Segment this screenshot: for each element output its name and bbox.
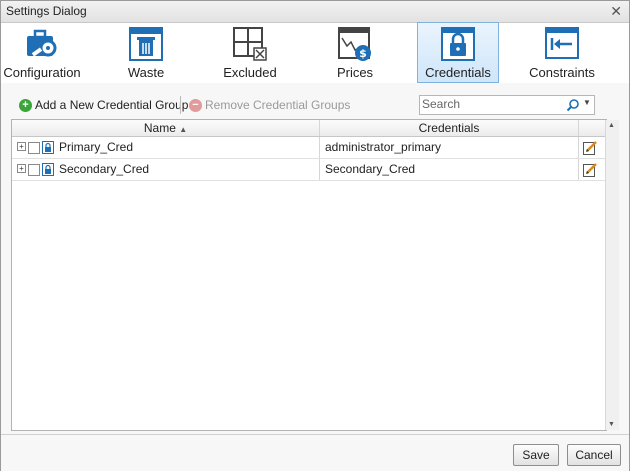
tab-constraints[interactable]: Constraints (521, 23, 603, 82)
dialog-footer: Save Cancel (1, 434, 629, 471)
tab-prices[interactable]: $ Prices (318, 23, 392, 82)
credentials-toolbar: + Add a New Credential Group − Remove Cr… (11, 93, 597, 117)
chevron-down-icon[interactable]: ▼ (583, 98, 591, 107)
column-divider (319, 120, 320, 136)
arrow-constraint-icon (545, 27, 579, 59)
search-input[interactable] (422, 97, 560, 111)
remove-credential-groups-button[interactable]: − Remove Credential Groups (189, 96, 350, 114)
column-header-credentials[interactable]: Credentials (320, 120, 578, 136)
row-name: Primary_Cred (59, 140, 134, 154)
credential-lock-icon (42, 163, 54, 176)
tab-excluded[interactable]: Excluded (213, 23, 287, 82)
search-icon[interactable] (566, 98, 580, 112)
tab-label: Constraints (529, 65, 595, 80)
toolbar-separator (180, 96, 181, 114)
window-title: Settings Dialog (6, 4, 87, 18)
column-divider (578, 137, 579, 158)
briefcase-gear-icon (27, 29, 57, 57)
column-header-name[interactable]: Name ▲ (12, 120, 319, 136)
title-bar: Settings Dialog ✕ (1, 1, 629, 23)
credential-lock-icon (42, 141, 54, 154)
row-name: Secondary_Cred (59, 162, 150, 176)
table-header: Name ▲ Credentials (12, 120, 606, 137)
settings-dialog: Settings Dialog ✕ Configuration Waste Ex… (0, 0, 630, 471)
column-divider (578, 159, 579, 180)
tab-label: Prices (336, 65, 374, 80)
tab-credentials[interactable]: Credentials (417, 22, 499, 83)
expand-icon[interactable]: + (17, 142, 26, 151)
column-divider (319, 137, 320, 158)
tab-configuration[interactable]: Configuration (1, 23, 83, 82)
sort-ascending-icon: ▲ (179, 125, 188, 134)
scroll-up-icon[interactable]: ▲ (608, 122, 615, 129)
column-divider (578, 120, 579, 136)
save-button[interactable]: Save (513, 444, 559, 466)
price-chart-icon: $ (338, 27, 371, 61)
row-checkbox[interactable] (28, 164, 40, 176)
scroll-down-icon[interactable]: ▼ (608, 421, 615, 428)
edit-icon[interactable] (583, 162, 598, 177)
row-credentials: administrator_primary (325, 140, 442, 154)
tab-waste[interactable]: Waste (109, 23, 183, 82)
expand-icon[interactable]: + (17, 164, 26, 173)
column-divider (319, 159, 320, 180)
edit-icon[interactable] (583, 140, 598, 155)
settings-tabs: Configuration Waste Excluded $ Prices Cr… (1, 22, 629, 83)
grid-excluded-icon (233, 27, 267, 61)
tab-label: Credentials (425, 65, 491, 80)
tab-label: Waste (127, 65, 165, 80)
row-checkbox[interactable] (28, 142, 40, 154)
tab-label: Excluded (223, 65, 277, 80)
lock-icon (441, 27, 475, 61)
add-credential-group-label: Add a New Credential Group (35, 98, 189, 112)
tab-label: Configuration (3, 65, 81, 80)
cancel-button[interactable]: Cancel (567, 444, 621, 466)
vertical-scrollbar[interactable]: ▲ ▼ (605, 120, 619, 430)
add-icon: + (19, 98, 32, 112)
close-icon[interactable]: ✕ (610, 3, 622, 20)
add-credential-group-button[interactable]: + Add a New Credential Group (19, 96, 188, 114)
credentials-table: Name ▲ Credentials + Primary_Cred admini… (11, 119, 619, 431)
search-box: ▼ (419, 95, 595, 115)
row-credentials: Secondary_Cred (325, 162, 416, 176)
remove-credential-groups-label: Remove Credential Groups (205, 98, 351, 112)
svg-text:$: $ (359, 47, 367, 60)
table-row[interactable]: + Primary_Cred administrator_primary (12, 137, 606, 159)
remove-icon: − (189, 98, 202, 112)
trash-can-icon (129, 27, 163, 61)
table-row[interactable]: + Secondary_Cred Secondary_Cred (12, 159, 606, 181)
